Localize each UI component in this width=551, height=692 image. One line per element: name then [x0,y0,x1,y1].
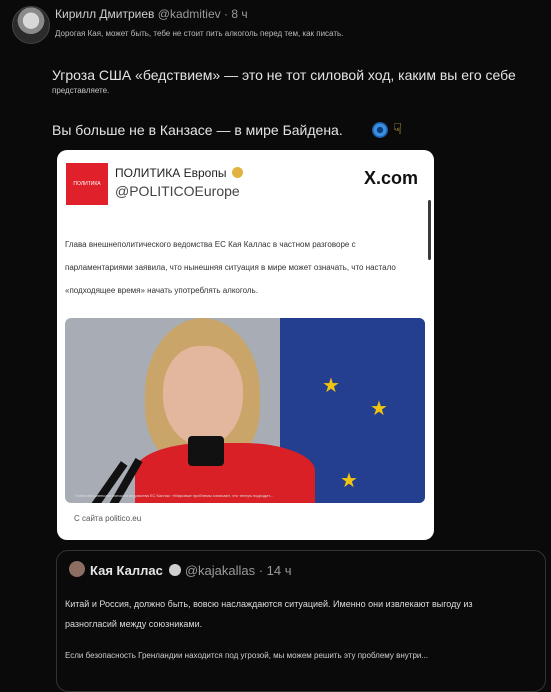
author-avatar[interactable] [12,6,50,44]
quoted-author-handle[interactable]: @kajakallas · 14 ч [185,563,292,578]
scrollbar[interactable] [428,200,431,260]
post-time: · 8 ч [223,7,248,21]
x-com-label: X.com [363,168,418,188]
star-icon: ★ [340,470,358,492]
embed-account-name-text: ПОЛИТИКА Европы [115,166,227,180]
embedded-post-card[interactable]: ПОЛИТИКА ПОЛИТИКА Европы @POLITICOEurope… [57,150,434,540]
embed-account-handle: @POLITICOEurope [115,183,240,199]
quoted-post[interactable]: Кая Каллас @kajakallas · 14 ч Китай и Рос… [56,550,546,692]
source-link[interactable]: С сайта politico.eu [74,514,141,523]
person-top [188,436,224,466]
quoted-author: Кая Каллас @kajakallas · 14 ч [90,563,292,578]
author-handle[interactable]: @kadmitiev [158,7,221,21]
post-header: Кирилл Дмитриев @kadmitiev · 8 ч [55,7,248,21]
author-name[interactable]: Кирилл Дмитриев [55,7,154,21]
star-icon: ★ [370,398,388,420]
post-paragraph-1: Угроза США «бедствием» — это не тот сило… [52,67,516,83]
globe-emoji-icon [372,122,388,138]
embed-body-text: Глава внешнеполитического ведомства ЕС К… [65,240,396,295]
quoted-text-2: Если безопасность Гренландии находится п… [65,651,429,660]
post-subtitle: Дорогая Кая, может быть, тебе не стоит п… [55,29,344,38]
politico-logo: ПОЛИТИКА [66,163,108,205]
quoted-avatar[interactable] [69,561,85,577]
verified-badge-icon [168,564,181,576]
quoted-author-name[interactable]: Кая Каллас [90,563,163,578]
quoted-text-1: Китай и Россия, должно быть, вовсю насла… [65,599,473,629]
embed-account-name: ПОЛИТИКА Европы [115,166,244,180]
pointing-hand-emoji-icon: ☟ [393,121,403,138]
post-paragraph-1-continued: представляете. [52,86,110,95]
image-caption: Глава внешнеполитического ведомства ЕС К… [75,493,274,498]
post-paragraph-2: Вы больше не в Канзасе — в мире Байдена. [52,122,343,138]
person-face [163,346,243,446]
star-icon: ★ [322,375,340,397]
verified-badge-icon [232,167,244,178]
embed-photo[interactable]: ★ ★ ★ Глава внешнеполитического ведомств… [65,318,425,503]
